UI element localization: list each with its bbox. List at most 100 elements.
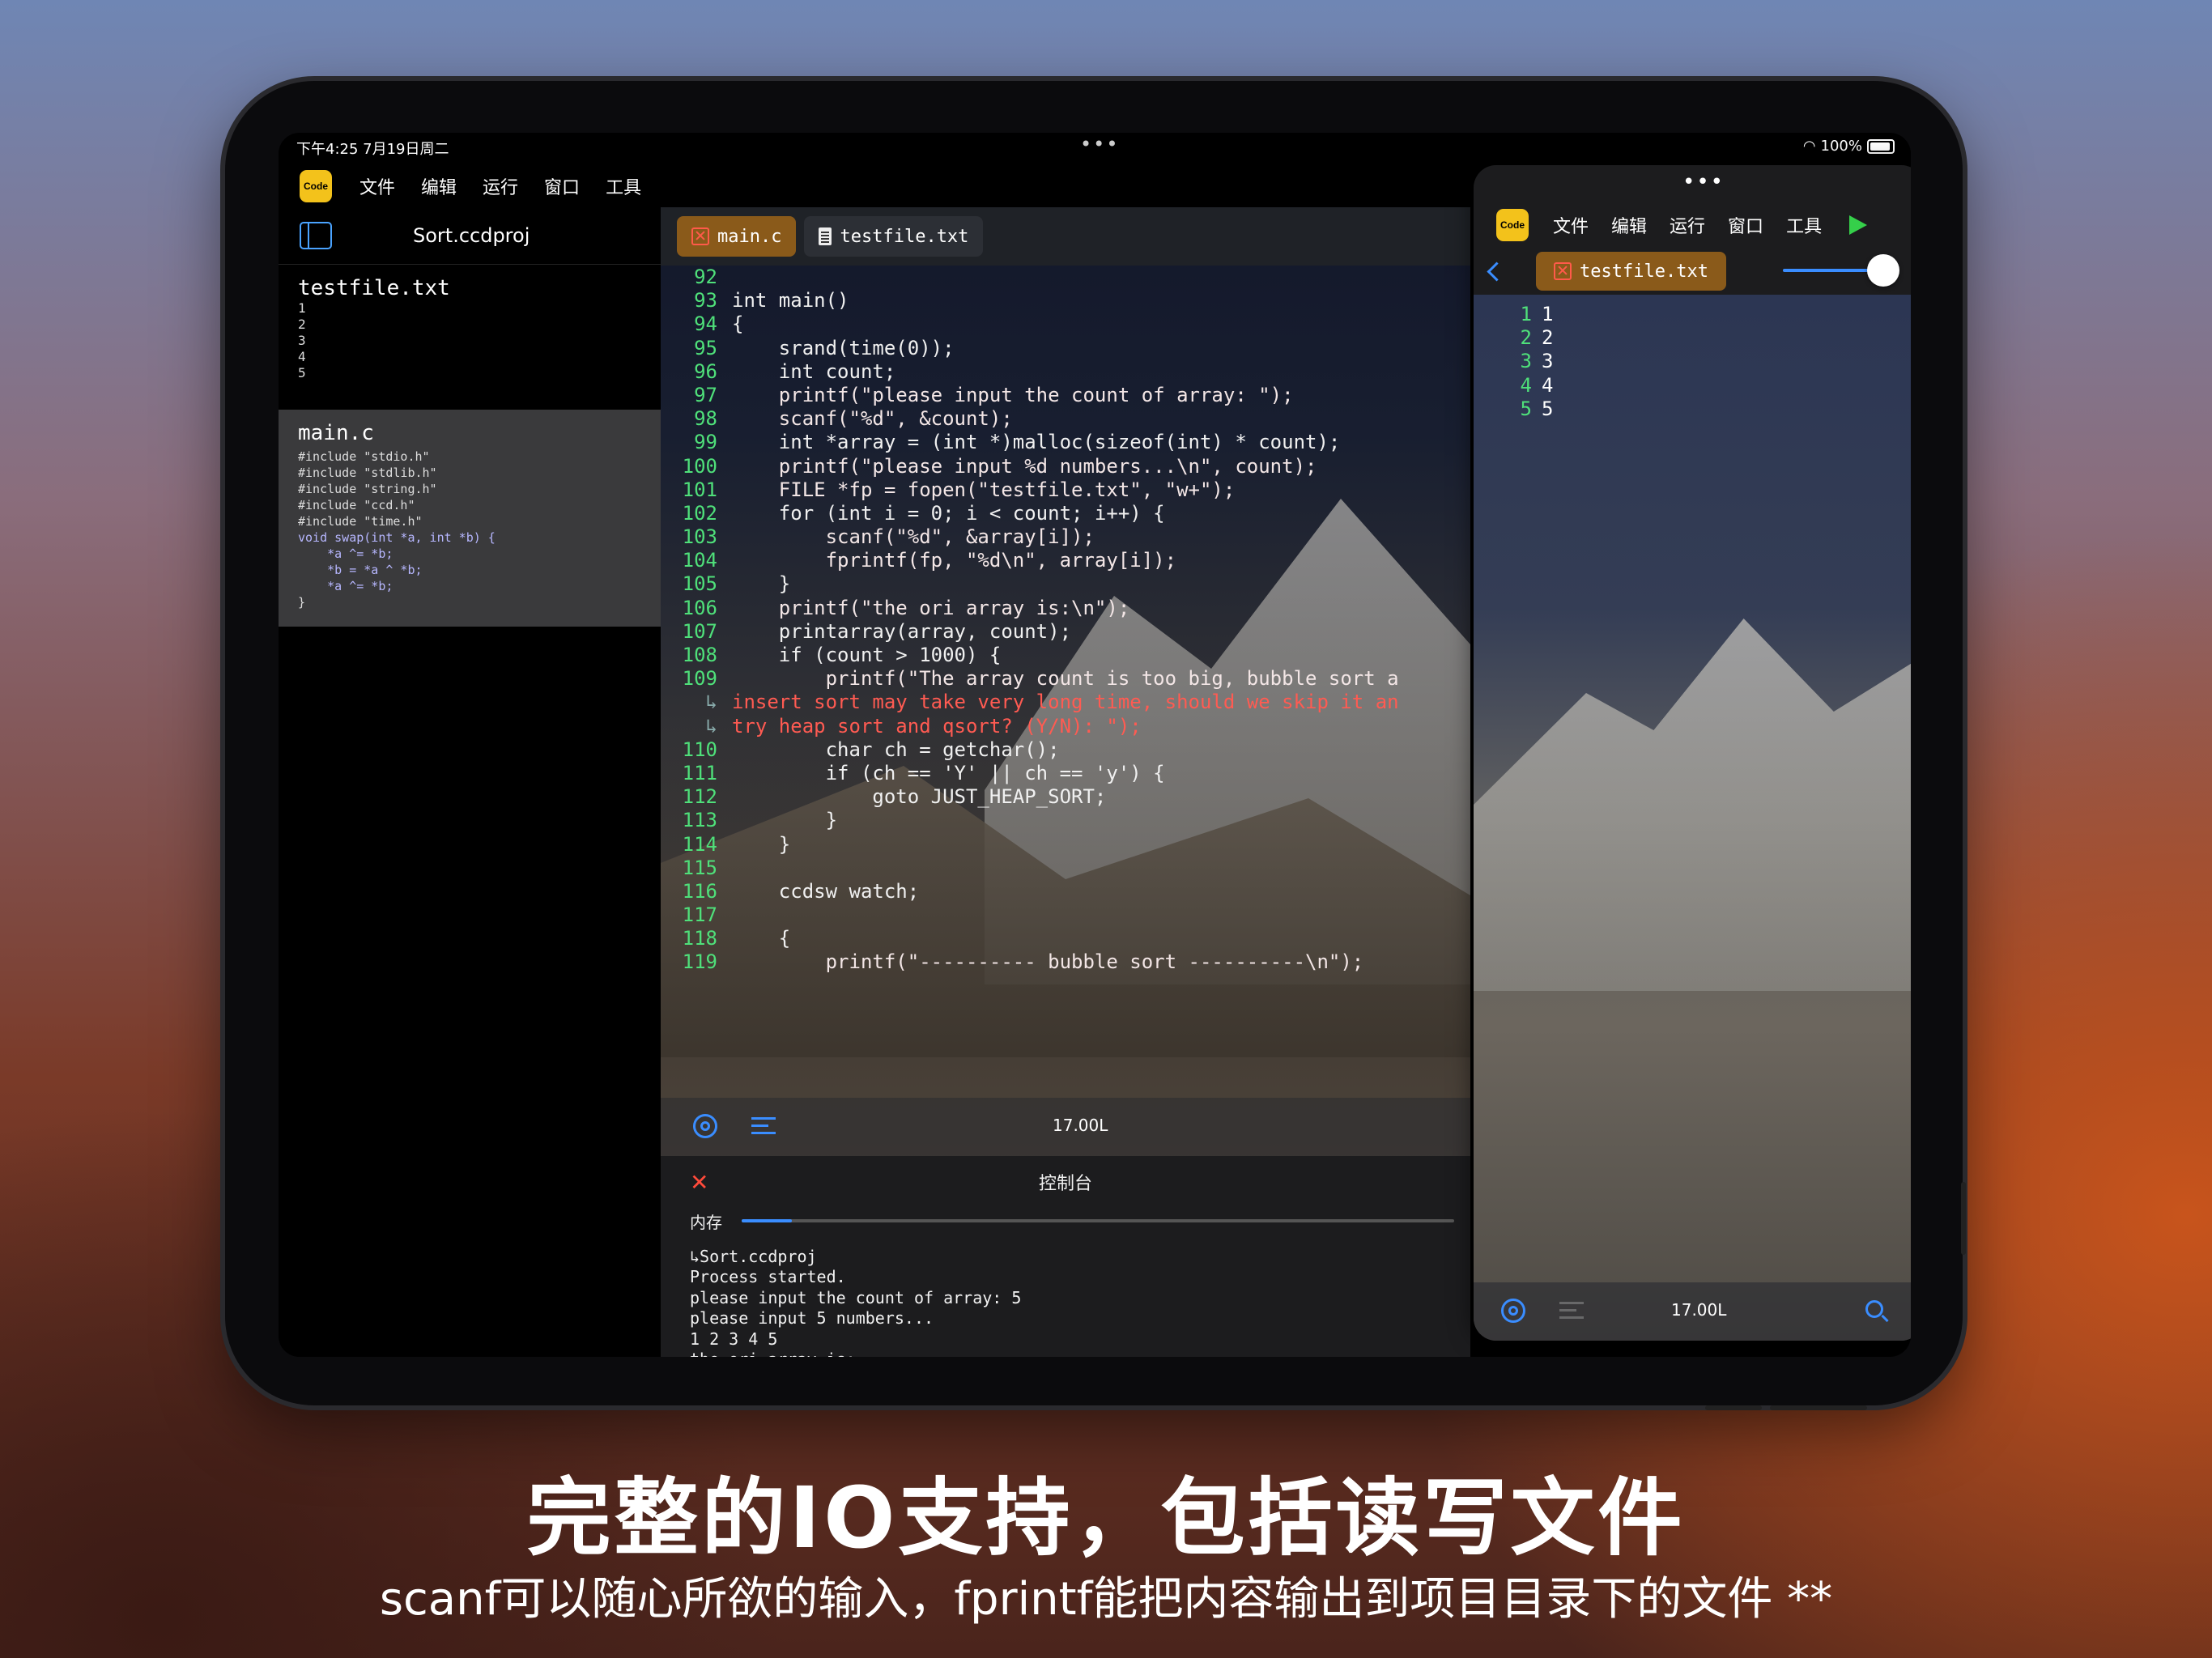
code-line: 104 fprintf(fp, "%d\n", array[i]); bbox=[661, 549, 1470, 572]
console-panel: ✕ 控制台 内存 ↳Sort.ccdproj Process started. … bbox=[661, 1156, 1470, 1357]
tab-label: testfile.txt bbox=[1580, 261, 1708, 282]
code-text: } bbox=[732, 572, 791, 596]
code-text: printf("please input the count of array:… bbox=[732, 383, 1294, 406]
file-card-line: 1 bbox=[298, 300, 306, 316]
code-text: fprintf(fp, "%d\n", array[i]); bbox=[732, 549, 1177, 572]
battery-percent: 100% bbox=[1820, 138, 1862, 155]
console-output: ↳Sort.ccdproj Process started. please in… bbox=[690, 1247, 1022, 1357]
code-line: ↳ insert sort may take very long time, sh… bbox=[661, 691, 1470, 714]
code-text: 1 bbox=[1542, 303, 1554, 325]
line-number: 93 bbox=[694, 289, 717, 312]
code-line: 118 { bbox=[661, 927, 1470, 950]
console-title: 控制台 bbox=[1038, 1174, 1092, 1194]
code-text: int *array = (int *)malloc(sizeof(int) *… bbox=[732, 431, 1341, 454]
code-line: ↳ try heap sort and qsort? (Y/N): "); bbox=[661, 715, 1470, 738]
code-text: printf("The array count is too big, bubb… bbox=[732, 667, 1399, 691]
menu-run[interactable]: 运行 bbox=[483, 173, 518, 199]
editor-tabs: main.c testfile.txt bbox=[661, 207, 1470, 266]
line-number: 103 bbox=[682, 525, 717, 549]
line-number: 94 bbox=[694, 312, 717, 336]
file-card-testfile[interactable]: testfile.txt 1 2 3 4 5 bbox=[279, 265, 661, 393]
c-file-icon bbox=[691, 227, 709, 245]
play-icon[interactable] bbox=[1849, 215, 1868, 235]
line-number: 116 bbox=[682, 879, 717, 903]
code-text: { bbox=[732, 312, 744, 336]
code-line: 116 ccdsw watch; bbox=[661, 880, 1470, 903]
code-line: 93 int main() bbox=[661, 289, 1470, 312]
main-menubar: Code 文件 编辑 运行 窗口 工具 bbox=[279, 165, 1412, 207]
file-card-line: #include "stdlib.h" bbox=[298, 466, 437, 480]
caption-title: 完整的IO支持，包括读写文件 bbox=[526, 1469, 1686, 1567]
line-number: 3 bbox=[1520, 350, 1532, 373]
menu-tools[interactable]: 工具 bbox=[1786, 212, 1822, 238]
line-number: 111 bbox=[682, 761, 717, 784]
line-number: 102 bbox=[682, 501, 717, 525]
code-line: 33 bbox=[1474, 350, 1911, 373]
line-number: 104 bbox=[682, 549, 717, 572]
format-lines-icon[interactable] bbox=[1559, 1302, 1584, 1323]
settings-gear-icon[interactable] bbox=[693, 1114, 717, 1138]
menu-window[interactable]: 窗口 bbox=[1728, 212, 1763, 238]
file-card-line: *a ^= *b; bbox=[298, 546, 393, 561]
file-card-line: 4 bbox=[298, 349, 306, 364]
code-line: 109 printf("The array count is too big, … bbox=[661, 667, 1470, 691]
memory-label: 内存 bbox=[690, 1213, 722, 1232]
code-text-area[interactable]: 92 93 int main() 94{95 srand(time(0)); 96 in… bbox=[661, 266, 1470, 1174]
code-line: 44 bbox=[1474, 374, 1911, 397]
menu-edit[interactable]: 编辑 bbox=[421, 173, 457, 199]
editor-toolbar: 17.00L bbox=[661, 1098, 1470, 1156]
code-text: 2 bbox=[1542, 326, 1554, 350]
font-size-slider[interactable] bbox=[1783, 254, 1899, 287]
app-icon[interactable]: Code bbox=[1496, 209, 1529, 241]
code-text: int count; bbox=[732, 359, 896, 383]
slider-knob[interactable] bbox=[1867, 254, 1899, 287]
caption-subtitle: scanf可以随心所欲的输入，fprintf能把内容输出到项目目录下的文件 ** bbox=[379, 1573, 1833, 1626]
line-number: 107 bbox=[682, 619, 717, 643]
tab-label: testfile.txt bbox=[840, 226, 969, 247]
top-button-2 bbox=[1770, 1405, 1867, 1410]
line-number: 5 bbox=[1520, 397, 1532, 420]
line-number: ↳ bbox=[705, 714, 717, 738]
multitask-dots-icon[interactable]: ••• bbox=[1080, 133, 1119, 155]
menu-file[interactable]: 文件 bbox=[1553, 212, 1589, 238]
settings-gear-icon[interactable] bbox=[1501, 1299, 1525, 1323]
status-bar: 下午4:25 7月19日周二 ••• ◠ 100% bbox=[279, 133, 1911, 159]
tab-main-c[interactable]: main.c bbox=[677, 216, 797, 257]
code-text: printf("please input %d numbers...\n", c… bbox=[732, 454, 1317, 478]
code-line: 117 bbox=[661, 903, 1470, 927]
menu-window[interactable]: 窗口 bbox=[544, 173, 580, 199]
multitask-dots-icon[interactable]: ••• bbox=[1682, 170, 1725, 194]
code-line: 98 scanf("%d", &count); bbox=[661, 407, 1470, 431]
tab-testfile[interactable]: testfile.txt bbox=[804, 216, 984, 257]
slideover-code-area[interactable]: 1122334455 bbox=[1474, 303, 1911, 421]
code-text: goto JUST_HEAP_SORT; bbox=[732, 785, 1107, 809]
tab-label: main.c bbox=[717, 226, 782, 247]
line-number: 4 bbox=[1520, 373, 1532, 397]
code-line: 114 } bbox=[661, 833, 1470, 857]
code-line: 95 srand(time(0)); bbox=[661, 337, 1470, 360]
menu-tools[interactable]: 工具 bbox=[606, 173, 641, 199]
code-line: 103 scanf("%d", &array[i]); bbox=[661, 525, 1470, 549]
file-card-line: #include "time.h" bbox=[298, 514, 423, 529]
menu-file[interactable]: 文件 bbox=[359, 173, 395, 199]
menu-edit[interactable]: 编辑 bbox=[1611, 212, 1647, 238]
menu-run[interactable]: 运行 bbox=[1670, 212, 1705, 238]
line-count-label: 17.00L bbox=[1053, 1116, 1108, 1135]
file-card-main-c[interactable]: main.c #include "stdio.h" #include "stdl… bbox=[279, 410, 661, 627]
code-line: 101 FILE *fp = fopen("testfile.txt", "w+… bbox=[661, 478, 1470, 502]
format-lines-icon[interactable] bbox=[751, 1117, 776, 1138]
code-text: { bbox=[732, 927, 791, 950]
code-editor: main.c testfile.txt 92 93 int main() 94 {95 … bbox=[661, 207, 1470, 1357]
slideover-window: ••• Code 文件 编辑 运行 窗口 工具 testfile.txt 112… bbox=[1474, 165, 1911, 1341]
code-text: 5 bbox=[1542, 397, 1554, 420]
back-chevron-icon[interactable] bbox=[1487, 261, 1507, 282]
sidebar-toggle-icon[interactable] bbox=[300, 222, 332, 249]
tab-testfile[interactable]: testfile.txt bbox=[1536, 252, 1726, 291]
search-icon[interactable] bbox=[1865, 1300, 1883, 1318]
line-number: 95 bbox=[694, 336, 717, 359]
app-icon[interactable]: Code bbox=[300, 170, 332, 202]
line-number: 92 bbox=[694, 266, 717, 288]
project-title: Sort.ccdproj bbox=[413, 224, 530, 247]
file-card-line: #include "string.h" bbox=[298, 482, 437, 496]
file-icon bbox=[1554, 262, 1572, 280]
